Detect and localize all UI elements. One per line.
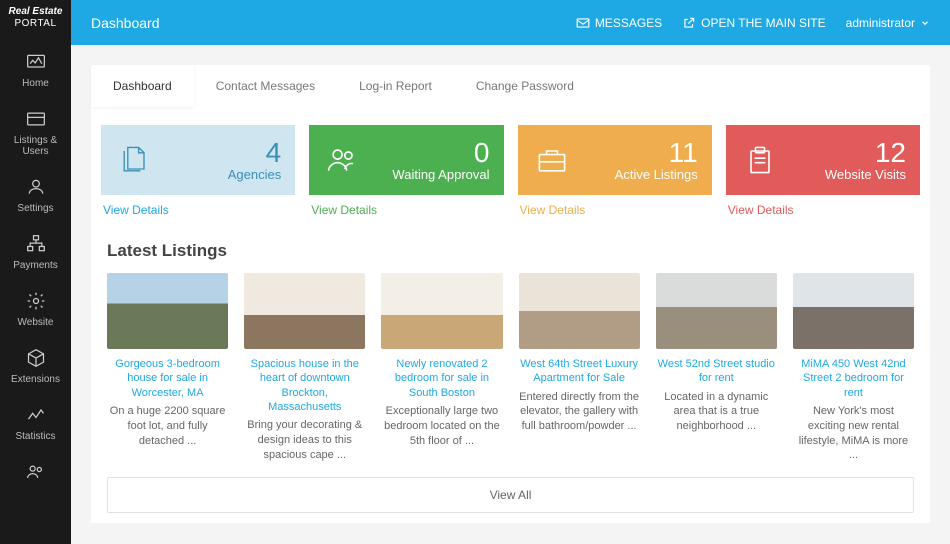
mail-icon (576, 16, 590, 30)
stat-value: 12 (780, 139, 906, 167)
stat-value: 11 (572, 139, 698, 167)
stat-value: 0 (363, 139, 489, 167)
stat-link[interactable]: View Details (101, 195, 295, 219)
listing-title[interactable]: West 52nd Street studio for rent (656, 357, 777, 386)
listing-card: MiMA 450 West 42nd Street 2 bedroom for … (793, 273, 914, 463)
listing-desc: On a huge 2200 square foot lot, and full… (107, 404, 228, 449)
nav-admin[interactable] (0, 450, 71, 488)
listing-desc: Located in a dynamic area that is a true… (656, 390, 777, 435)
stat-website-visits: 12 Website Visits View Details (726, 125, 920, 219)
tab-change-password[interactable]: Change Password (454, 65, 596, 107)
stat-agencies: 4 Agencies View Details (101, 125, 295, 219)
user-menu[interactable]: administrator (846, 16, 930, 30)
nav-payments[interactable]: Payments (0, 222, 71, 279)
listing-thumb[interactable] (519, 273, 640, 349)
listing-card: West 52nd Street studio for rent Located… (656, 273, 777, 463)
open-site-label: OPEN THE MAIN SITE (701, 16, 825, 30)
stat-label: Active Listings (572, 167, 698, 182)
sitemap-icon (22, 232, 50, 256)
listing-thumb[interactable] (793, 273, 914, 349)
stat-value: 4 (155, 139, 281, 167)
listing-desc: Bring your decorating & design ideas to … (244, 418, 365, 463)
stat-label: Website Visits (780, 167, 906, 182)
stat-label: Waiting Approval (363, 167, 489, 182)
document-icon (115, 140, 155, 180)
stat-link[interactable]: View Details (518, 195, 712, 219)
listing-card: Newly renovated 2 bedroom for sale in So… (381, 273, 502, 463)
user-icon (22, 175, 50, 199)
users-icon (22, 460, 50, 484)
stat-label: Agencies (155, 167, 281, 182)
listing-desc: Entered directly from the elevator, the … (519, 390, 640, 435)
tab-dashboard[interactable]: Dashboard (91, 65, 194, 107)
messages-label: MESSAGES (595, 16, 662, 30)
stat-box: 11 Active Listings (518, 125, 712, 195)
stat-box: 0 Waiting Approval (309, 125, 503, 195)
cube-icon (22, 346, 50, 370)
users-icon (323, 140, 363, 180)
nav-listings-users[interactable]: Listings & Users (0, 97, 71, 165)
listing-title[interactable]: MiMA 450 West 42nd Street 2 bedroom for … (793, 357, 914, 400)
page-title: Dashboard (91, 15, 556, 31)
listing-thumb[interactable] (381, 273, 502, 349)
tab-login-report[interactable]: Log-in Report (337, 65, 454, 107)
stat-link[interactable]: View Details (309, 195, 503, 219)
brand: Real Estate PORTAL (0, 0, 71, 40)
listing-title[interactable]: Newly renovated 2 bedroom for sale in So… (381, 357, 502, 400)
listing-desc: New York's most exciting new rental life… (793, 404, 914, 463)
nav-extensions[interactable]: Extensions (0, 336, 71, 393)
nav-statistics[interactable]: Statistics (0, 393, 71, 450)
nav-website[interactable]: Website (0, 279, 71, 336)
stat-link[interactable]: View Details (726, 195, 920, 219)
nav-settings[interactable]: Settings (0, 165, 71, 222)
brand-line1: Real Estate (2, 6, 69, 18)
tabs: Dashboard Contact Messages Log-in Report… (91, 65, 930, 107)
stat-box: 4 Agencies (101, 125, 295, 195)
nav-label: Payments (13, 260, 57, 271)
stat-active-listings: 11 Active Listings View Details (518, 125, 712, 219)
stat-waiting-approval: 0 Waiting Approval View Details (309, 125, 503, 219)
listing-thumb[interactable] (656, 273, 777, 349)
open-site-link[interactable]: OPEN THE MAIN SITE (682, 16, 825, 30)
listing-title[interactable]: West 64th Street Luxury Apartment for Sa… (519, 357, 640, 386)
topbar: Dashboard MESSAGES OPEN THE MAIN SITE ad… (71, 0, 950, 45)
nav-home[interactable]: Home (0, 40, 71, 97)
nav-label: Home (22, 78, 49, 89)
card-icon (22, 107, 50, 131)
briefcase-icon (532, 140, 572, 180)
tab-body: 4 Agencies View Details 0 Waiting Approv (91, 107, 930, 523)
nav-label: Extensions (11, 374, 60, 385)
messages-link[interactable]: MESSAGES (576, 16, 662, 30)
listing-title[interactable]: Spacious house in the heart of downtown … (244, 357, 365, 414)
listings-grid: Gorgeous 3-bedroom house for sale in Wor… (101, 273, 920, 463)
dashboard-icon (22, 50, 50, 74)
nav-label: Settings (17, 203, 53, 214)
tab-contact-messages[interactable]: Contact Messages (194, 65, 337, 107)
clipboard-icon (740, 140, 780, 180)
nav-label: Website (18, 317, 54, 328)
listing-card: Spacious house in the heart of downtown … (244, 273, 365, 463)
listing-title[interactable]: Gorgeous 3-bedroom house for sale in Wor… (107, 357, 228, 400)
chevron-down-icon (920, 18, 930, 28)
nav-label: Statistics (15, 431, 55, 442)
latest-listings-title: Latest Listings (107, 241, 920, 261)
stats-row: 4 Agencies View Details 0 Waiting Approv (101, 125, 920, 219)
gear-icon (22, 289, 50, 313)
listing-card: Gorgeous 3-bedroom house for sale in Wor… (107, 273, 228, 463)
listing-card: West 64th Street Luxury Apartment for Sa… (519, 273, 640, 463)
listing-thumb[interactable] (244, 273, 365, 349)
main: Dashboard MESSAGES OPEN THE MAIN SITE ad… (71, 0, 950, 544)
chart-line-icon (22, 403, 50, 427)
stat-box: 12 Website Visits (726, 125, 920, 195)
brand-line2: PORTAL (2, 18, 69, 30)
sidebar: Real Estate PORTAL Home Listings & Users… (0, 0, 71, 544)
listing-desc: Exceptionally large two bedroom located … (381, 404, 502, 449)
nav-label: Listings & Users (2, 135, 69, 157)
content: Dashboard Contact Messages Log-in Report… (71, 45, 950, 523)
external-link-icon (682, 16, 696, 30)
listing-thumb[interactable] (107, 273, 228, 349)
view-all-button[interactable]: View All (107, 477, 914, 513)
user-label: administrator (846, 16, 915, 30)
